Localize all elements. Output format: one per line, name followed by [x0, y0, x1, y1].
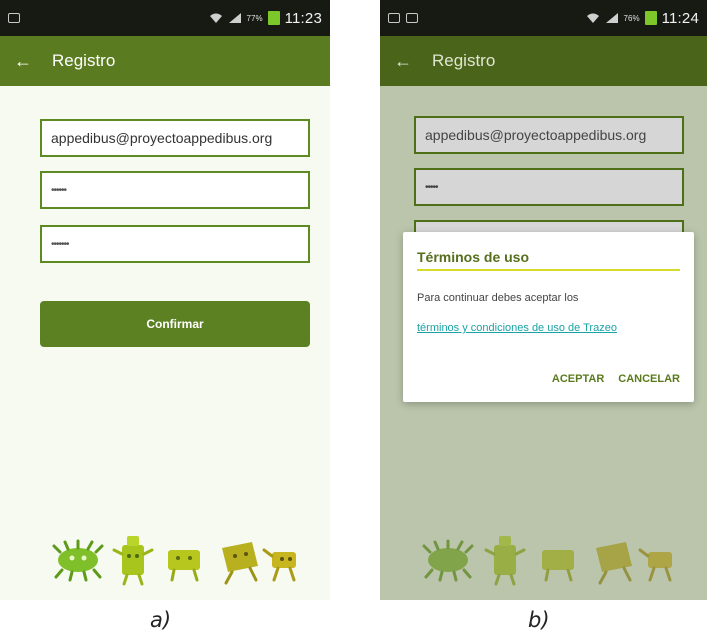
battery-icon — [644, 11, 657, 25]
confirm-button[interactable]: Confirmar — [40, 301, 310, 347]
email-field[interactable]: appedibus@proyectoappedibus.org — [414, 116, 684, 154]
terms-link[interactable]: términos y condiciones de uso de Trazeo — [417, 322, 617, 334]
app-bar: ← Registro — [0, 36, 330, 86]
dialog-message: Para continuar debes aceptar los — [417, 292, 579, 304]
mascot-robot-icon — [484, 536, 526, 586]
caption-b: b) — [528, 608, 550, 632]
screen-a: 77% 11:23 ← Registro appedibus@proyectoa… — [0, 0, 330, 600]
mascot-bug-icon — [52, 539, 104, 582]
screen-b: 76% 11:24 ← Registro appedibus@proyectoa… — [380, 0, 707, 600]
email-field[interactable]: appedibus@proyectoappedibus.org — [40, 119, 310, 157]
app-bar: ← Registro — [380, 36, 707, 86]
mascot-walker-icon — [262, 548, 296, 582]
status-bar: 76% 11:24 — [380, 0, 707, 36]
mascot-bug-icon — [422, 539, 474, 582]
terms-dialog: Términos de uso Para continuar debes ace… — [403, 232, 694, 402]
dialog-divider — [417, 269, 680, 271]
image-icon — [388, 13, 400, 23]
mascots-image — [52, 536, 296, 586]
battery-icon — [267, 11, 280, 25]
dialog-actions: ACEPTAR CANCELAR — [552, 373, 680, 385]
back-arrow-icon[interactable]: ← — [394, 51, 418, 72]
password-field[interactable]: •••••• — [40, 171, 310, 209]
mascot-cube-icon — [596, 542, 632, 585]
battery-percent: 76% — [623, 13, 640, 23]
mascot-cube-icon — [222, 542, 258, 585]
back-arrow-icon[interactable]: ← — [14, 51, 38, 72]
signal-icon — [605, 13, 618, 23]
status-bar: 77% 11:23 — [0, 0, 330, 36]
mascot-walker-icon — [638, 548, 672, 582]
battery-percent: 77% — [246, 13, 263, 23]
registration-form: appedibus@proyectoappedibus.org •••••• •… — [0, 86, 330, 600]
dialog-title: Términos de uso — [417, 249, 530, 265]
mascot-robot-icon — [112, 536, 154, 586]
password-confirm-field[interactable]: ••••••• — [40, 225, 310, 263]
accept-button[interactable]: ACEPTAR — [552, 373, 604, 385]
notification-icon — [8, 13, 20, 23]
cancel-button[interactable]: CANCELAR — [618, 373, 680, 385]
mascot-block-icon — [168, 550, 200, 582]
status-time: 11:23 — [284, 9, 322, 27]
page-title: Registro — [432, 51, 496, 70]
signal-icon — [228, 13, 241, 23]
page-title: Registro — [52, 51, 116, 70]
wifi-icon — [586, 13, 599, 23]
wifi-icon — [209, 13, 222, 23]
status-time: 11:24 — [661, 9, 699, 27]
caption-a: a) — [150, 608, 172, 632]
mascot-block-icon — [542, 550, 574, 582]
mascots-image — [422, 536, 672, 586]
password-field[interactable]: ••••• — [414, 168, 684, 206]
notification-icon — [406, 13, 418, 23]
